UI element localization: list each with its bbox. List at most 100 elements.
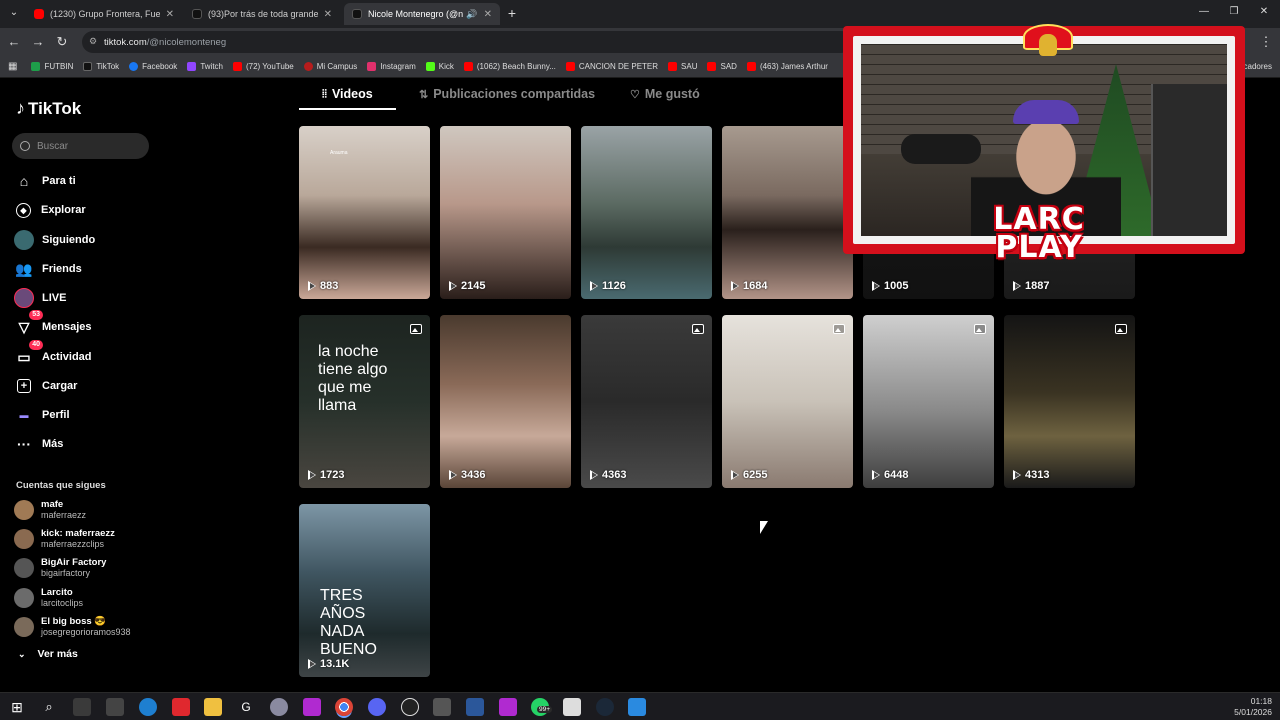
bookmark-facebook[interactable]: Facebook [129, 62, 177, 71]
activity-icon: ▭ 40 [14, 340, 43, 367]
photo-carousel-icon [692, 324, 704, 334]
browser-tab-2[interactable]: (93)Por trás de toda grande obr ✕ [184, 3, 340, 25]
video-thumbnail[interactable]: 1126 [581, 126, 712, 299]
file-explorer-icon[interactable] [204, 698, 222, 716]
browser-tab-3[interactable]: Nicole Montenegro (@nico 🔊 ✕ [344, 3, 500, 25]
new-tab-button[interactable]: + [504, 5, 520, 21]
chrome-icon[interactable] [335, 698, 353, 716]
whatsapp-icon[interactable]: 99+ [531, 698, 553, 716]
site-info-icon[interactable]: ⚙ [89, 36, 99, 46]
tiktok-logo[interactable]: ♪ TikTok [16, 98, 81, 119]
avatar [14, 588, 34, 608]
video-thumbnail[interactable]: 4313 [1004, 315, 1135, 488]
bookmark-kick[interactable]: Kick [425, 62, 454, 71]
tab-search-icon[interactable]: ⌄ [6, 5, 22, 21]
bookmark-cancion-de-peter[interactable]: CANCION DE PETER [565, 62, 658, 71]
nav-actividad[interactable]: ▭ 40 Actividad [14, 340, 92, 368]
bookmark-sad[interactable]: SAD [707, 62, 737, 71]
start-icon[interactable]: ⊞ [8, 698, 26, 716]
back-icon[interactable]: ← [6, 34, 22, 50]
bookmark-tiktok[interactable]: TikTok [83, 62, 119, 71]
video-thumbnail[interactable]: 2145 [440, 126, 571, 299]
url-field[interactable]: ⚙ tiktok.com/@nicolemonteneg [82, 31, 852, 53]
reload-icon[interactable]: ↻ [54, 34, 70, 50]
close-tab-icon[interactable]: ✕ [324, 9, 332, 20]
nav-cargar[interactable]: + Cargar [14, 375, 77, 397]
bookmark-twitch[interactable]: Twitch [187, 62, 223, 71]
app-icon[interactable] [303, 698, 321, 716]
close-tab-icon[interactable]: ✕ [166, 9, 174, 20]
tab-videos[interactable]: ⦙⦙ Videos [322, 80, 373, 108]
bookmarks-overflow[interactable]: cadores [1244, 62, 1272, 71]
stream-logo: LARC PLAY [993, 202, 1085, 265]
following-account[interactable]: mafe maferraezz [14, 496, 86, 524]
upload-icon: + [17, 379, 31, 393]
app-icon[interactable] [172, 698, 190, 716]
app-icon[interactable] [628, 698, 646, 716]
bookmark-mi-campus[interactable]: Mi Campus [303, 62, 357, 71]
word-icon[interactable] [466, 698, 484, 716]
avatar [14, 558, 34, 578]
nav-mensajes[interactable]: ▽ 53 Mensajes [14, 310, 92, 338]
app-icon[interactable] [270, 698, 288, 716]
close-tab-icon[interactable]: ✕ [484, 9, 492, 20]
forward-icon[interactable]: → [30, 34, 46, 50]
app-icon[interactable]: G [237, 698, 255, 716]
app-icon[interactable] [106, 698, 124, 716]
calculator-icon[interactable] [433, 698, 451, 716]
app-icon[interactable] [499, 698, 517, 716]
tab-publicaciones-compartidas[interactable]: ⇅ Publicaciones compartidas [419, 80, 595, 108]
shelf [1151, 84, 1227, 236]
bookmark-sau[interactable]: SAU [668, 62, 697, 71]
app-icon[interactable] [563, 698, 581, 716]
tab-me-gusto[interactable]: ♡ Me gustó [630, 80, 700, 108]
apps-grid-icon[interactable]: ▦ [8, 61, 17, 72]
browser-tab-bar: ⌄ (1230) Grupo Frontera, Fuerza R ✕ (93)… [0, 0, 1280, 28]
browser-tab-1[interactable]: (1230) Grupo Frontera, Fuerza R ✕ [26, 3, 182, 25]
speaker-icon[interactable]: 🔊 [466, 9, 477, 20]
app-icon[interactable] [368, 698, 386, 716]
following-account[interactable]: Larcito larcitoclips [14, 584, 83, 612]
menu-icon[interactable]: ⋮ [1258, 34, 1274, 50]
edge-icon[interactable] [139, 698, 157, 716]
grid-icon: ⦙⦙ [322, 87, 327, 100]
thumbnail-caption: la noche tiene algo que me llama [318, 343, 388, 414]
tiktok-note-icon: ♪ [16, 98, 25, 118]
search-icon[interactable]: ⌕ [40, 698, 58, 716]
bookmark-beach-bunny[interactable]: (1062) Beach Bunny... [463, 62, 556, 71]
cap [1013, 100, 1079, 124]
video-thumbnail[interactable]: 4363 [581, 315, 712, 488]
bookmark-futbin[interactable]: FUTBIN [31, 62, 73, 71]
search-input[interactable]: Buscar [12, 133, 149, 159]
bookmark-james-arthur[interactable]: (463) James Arthur [746, 62, 828, 71]
bookmark-youtube[interactable]: (72) YouTube [232, 62, 294, 71]
see-more-button[interactable]: ⌄ Ver más [18, 648, 78, 660]
home-icon: ⌂ [19, 173, 29, 189]
close-window-icon[interactable]: ✕ [1256, 4, 1272, 20]
repost-icon: ⇅ [419, 88, 429, 101]
bookmark-instagram[interactable]: Instagram [367, 62, 416, 71]
nav-siguiendo[interactable]: Siguiendo [14, 229, 95, 251]
minimize-icon[interactable]: — [1196, 4, 1212, 20]
nav-friends[interactable]: 👥 Friends [14, 258, 81, 280]
following-account[interactable]: BigAir Factory bigairfactory [14, 554, 106, 582]
app-icon[interactable] [401, 698, 419, 716]
following-account[interactable]: El big boss 😎 josegregorioramos938 [14, 613, 131, 641]
store-icon[interactable] [73, 698, 91, 716]
restore-icon[interactable]: ❐ [1226, 4, 1242, 20]
system-clock[interactable]: 01:18 5/01/2026 [1234, 696, 1272, 718]
youtube-icon [746, 62, 756, 71]
video-thumbnail[interactable]: 1684 [722, 126, 853, 299]
nav-perfil[interactable]: ▬ Perfil [14, 404, 70, 426]
nav-mas[interactable]: ··· Más [14, 433, 63, 455]
video-thumbnail[interactable]: 6448 [863, 315, 994, 488]
steam-icon[interactable] [596, 698, 614, 716]
video-thumbnail[interactable]: 6255 [722, 315, 853, 488]
nav-para-ti[interactable]: ⌂ Para ti [14, 170, 76, 192]
nav-live[interactable]: LIVE [14, 287, 66, 309]
nav-explorar[interactable]: ◆ Explorar [14, 199, 86, 221]
play-icon [731, 281, 739, 291]
following-account[interactable]: kick: maferraezz maferraezzclips [14, 525, 115, 553]
facebook-icon [129, 62, 139, 71]
video-thumbnail[interactable]: 3436 [440, 315, 571, 488]
